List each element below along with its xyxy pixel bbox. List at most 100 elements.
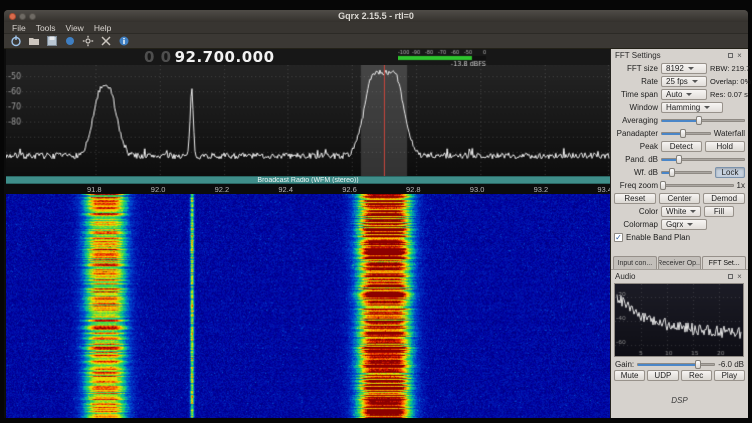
- overlap-info: Overlap: 0%: [710, 77, 751, 86]
- bandplan-bar[interactable]: Broadcast Radio (WFM (stereo)): [6, 176, 610, 185]
- gqrx-window: Gqrx 2.15.5 - rtl=0 File Tools View Help…: [4, 10, 748, 418]
- power-icon: [10, 35, 22, 47]
- colormap-label: Colormap: [614, 220, 658, 229]
- colormap-select[interactable]: Gqrx: [661, 219, 707, 230]
- audio-gain-row: Gain: -6.0 dB: [611, 358, 748, 370]
- info-icon: [118, 35, 130, 47]
- rate-select[interactable]: 25 fps: [661, 76, 707, 87]
- maximize-button[interactable]: [29, 13, 36, 20]
- start-dsp-button[interactable]: [9, 35, 22, 48]
- plot-column: 0 092.700.000 Broadcast Radio (WFM (ster…: [4, 49, 610, 418]
- fill-button[interactable]: Fill: [704, 206, 734, 217]
- pand-db-label: Pand. dB: [614, 155, 658, 164]
- color-select[interactable]: White: [661, 206, 701, 217]
- audio-title: Audio: [615, 272, 726, 281]
- crossed-tools-icon: [100, 35, 112, 47]
- fft-settings-title: FFT Settings: [615, 51, 726, 60]
- enable-band-plan-label: Enable Band Plan: [626, 233, 690, 242]
- minimize-button[interactable]: [19, 13, 26, 20]
- waterfall-plot[interactable]: [6, 194, 610, 418]
- folder-icon: [28, 35, 40, 47]
- frequency-scale[interactable]: 91.892.092.292.492.692.893.093.293.4: [6, 184, 610, 194]
- gear-icon: [82, 35, 94, 47]
- gain-slider[interactable]: [637, 359, 715, 370]
- fft-size-select[interactable]: 8192: [661, 63, 707, 74]
- float-dock-icon[interactable]: [726, 51, 735, 60]
- chevron-down-icon: [692, 80, 698, 83]
- tab-input-controls[interactable]: Input con...: [613, 256, 657, 269]
- enable-band-plan-checkbox[interactable]: ✓: [614, 233, 623, 242]
- fft-settings-rows: FFT size 8192 RBW: 219.7 Hz Rate 25 fps …: [611, 61, 748, 244]
- window-select[interactable]: Hamming: [661, 102, 723, 113]
- wf-db-slider[interactable]: [661, 167, 712, 178]
- reset-button[interactable]: Reset: [614, 193, 656, 204]
- frequency-value: 92.700.000: [175, 48, 275, 66]
- right-panel: FFT Settings × FFT size 8192 RBW: 219.7 …: [610, 49, 748, 418]
- color-label: Color: [614, 207, 658, 216]
- window-controls: [9, 13, 36, 20]
- info-button[interactable]: [117, 35, 130, 48]
- tab-receiver-options[interactable]: Receiver Op...: [658, 256, 702, 269]
- menu-item-help[interactable]: Help: [89, 23, 116, 33]
- freq-zoom-slider[interactable]: [661, 180, 734, 191]
- rec-button[interactable]: Rec: [681, 370, 712, 381]
- wf-lock-button[interactable]: Lock: [715, 167, 745, 178]
- chevron-down-icon: [704, 106, 710, 109]
- toolbar: [4, 33, 748, 49]
- panadapter-split-slider[interactable]: [661, 128, 711, 139]
- close-button[interactable]: [9, 13, 16, 20]
- averaging-slider[interactable]: [661, 115, 745, 126]
- chevron-down-icon: [686, 93, 692, 96]
- window-title: Gqrx 2.15.5 - rtl=0: [4, 10, 748, 22]
- close-dock-icon[interactable]: ×: [735, 51, 744, 60]
- close-dock-icon[interactable]: ×: [735, 272, 744, 281]
- peak-detect-button[interactable]: Detect: [661, 141, 702, 152]
- time-span-select[interactable]: Auto: [661, 89, 707, 100]
- udp-button[interactable]: UDP: [647, 370, 678, 381]
- open-file-button[interactable]: [27, 35, 40, 48]
- frequency-leading-zeros: 0 0: [144, 48, 172, 66]
- menu-item-file[interactable]: File: [7, 23, 31, 33]
- chevron-down-icon: [690, 210, 696, 213]
- dock-tabs: Input con... Receiver Op... FFT Set...: [611, 256, 748, 269]
- res-info: Res: 0.07 s: [710, 90, 748, 99]
- rate-label: Rate: [614, 77, 658, 86]
- settings-button[interactable]: [81, 35, 94, 48]
- demod-button[interactable]: Demod: [703, 193, 745, 204]
- signal-strength-meter: [398, 49, 490, 66]
- audio-spectrum-plot: [614, 283, 744, 357]
- freq-tick-label: 93.2: [534, 185, 549, 194]
- play-button[interactable]: Play: [714, 370, 745, 381]
- freq-tick-label: 92.4: [278, 185, 293, 194]
- fft-size-label: FFT size: [614, 64, 658, 73]
- spectrum-plot[interactable]: [6, 65, 610, 176]
- peak-label: Peak: [614, 142, 658, 151]
- menu-item-view[interactable]: View: [61, 23, 89, 33]
- chevron-down-icon: [687, 223, 693, 226]
- float-dock-icon[interactable]: [726, 272, 735, 281]
- frequency-display[interactable]: 0 092.700.000: [144, 49, 275, 66]
- record-icon: [64, 35, 76, 47]
- audio-plot-wrap: [611, 282, 748, 358]
- save-button[interactable]: [45, 35, 58, 48]
- peak-hold-button[interactable]: Hold: [705, 141, 746, 152]
- audio-dock-header: Audio ×: [611, 270, 748, 282]
- tab-fft-settings[interactable]: FFT Set...: [702, 256, 746, 269]
- averaging-label: Averaging: [614, 116, 658, 125]
- freq-tick-label: 91.8: [87, 185, 102, 194]
- tools-button[interactable]: [99, 35, 112, 48]
- freq-zoom-label: Freq zoom: [614, 181, 658, 190]
- main-content: 0 092.700.000 Broadcast Radio (WFM (ster…: [4, 49, 748, 418]
- meter-row: 0 092.700.000: [6, 49, 610, 65]
- menu-item-tools[interactable]: Tools: [31, 23, 61, 33]
- pand-db-slider[interactable]: [661, 154, 745, 165]
- wf-db-label: Wf. dB: [614, 168, 658, 177]
- iq-record-button[interactable]: [63, 35, 76, 48]
- freq-tick-label: 92.0: [151, 185, 166, 194]
- center-button[interactable]: Center: [659, 193, 701, 204]
- audio-buttons: Mute UDP Rec Play: [611, 370, 748, 383]
- mute-button[interactable]: Mute: [614, 370, 645, 381]
- dsp-status-label: DSP: [671, 396, 687, 405]
- fft-dock-header: FFT Settings ×: [611, 49, 748, 61]
- titlebar[interactable]: Gqrx 2.15.5 - rtl=0: [4, 10, 748, 22]
